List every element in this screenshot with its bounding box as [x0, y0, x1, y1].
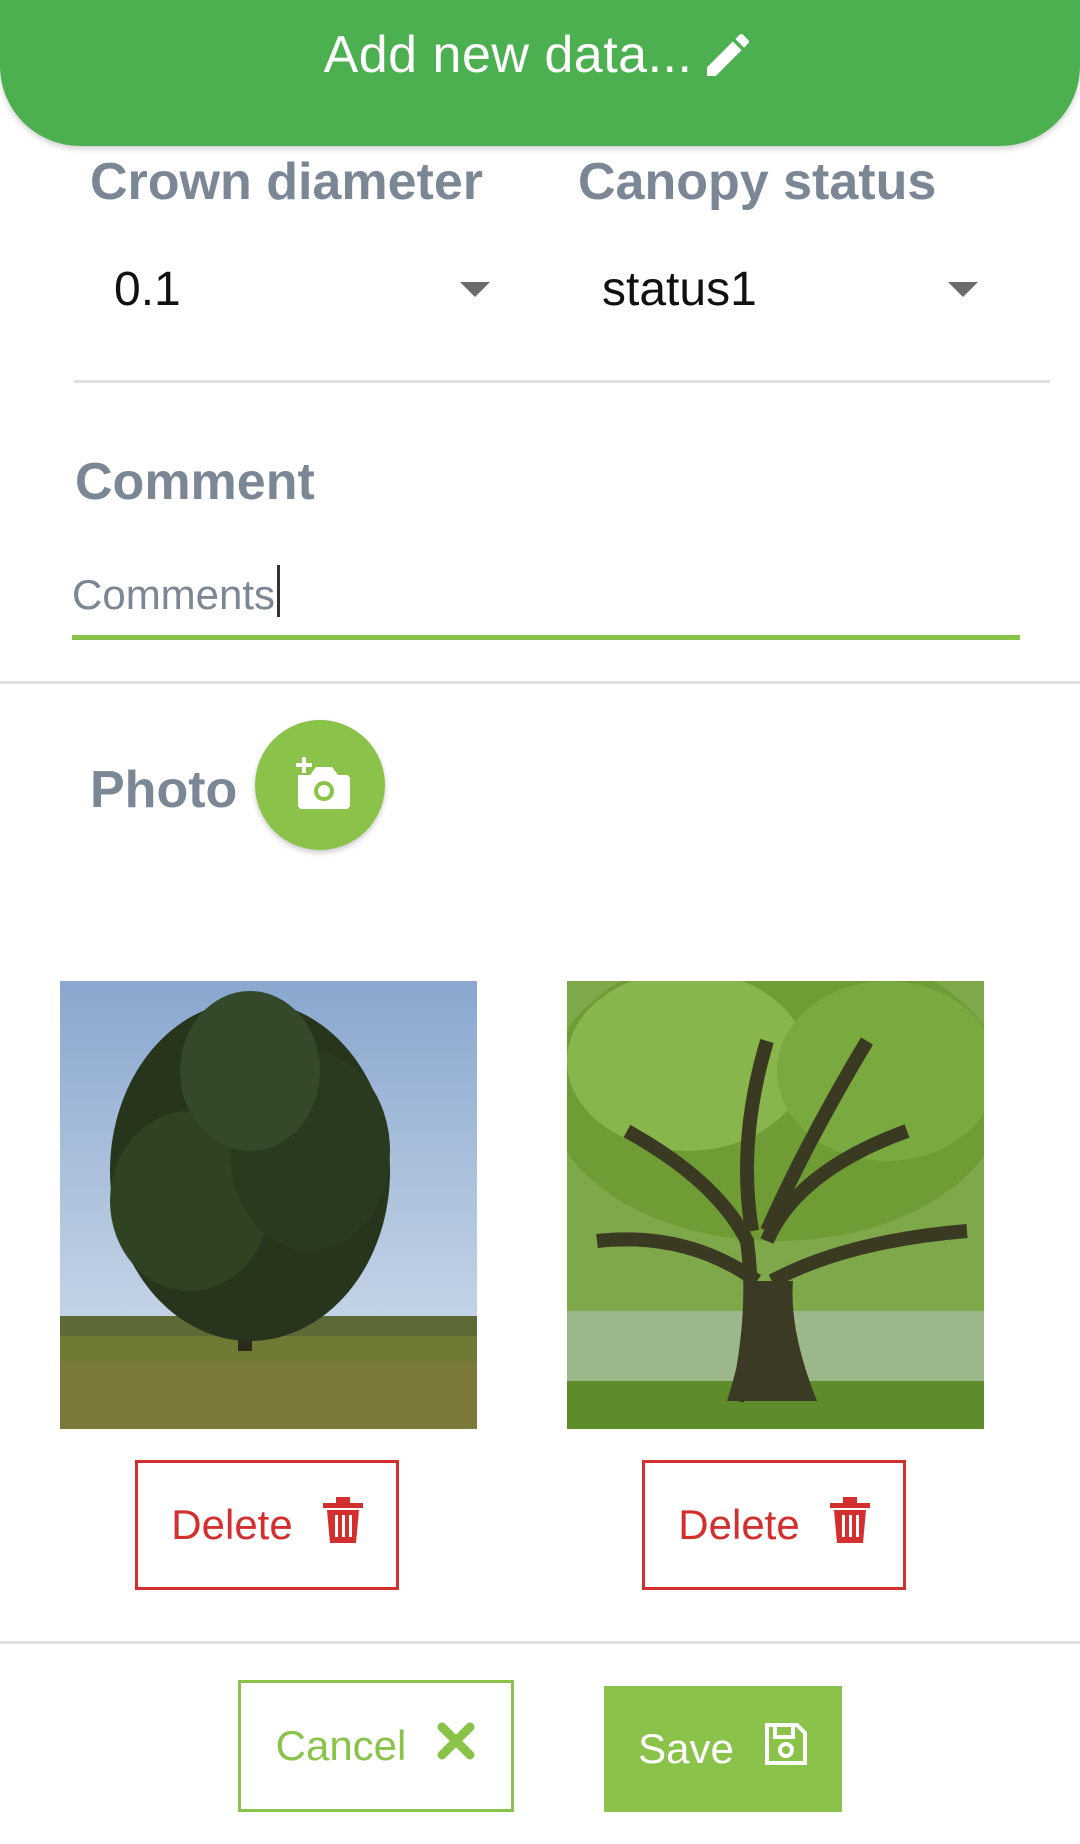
add-photo-button[interactable]: [255, 720, 385, 850]
divider: [74, 380, 1050, 383]
chevron-down-icon: [460, 282, 490, 297]
divider: [0, 681, 1080, 684]
comment-label: Comment: [75, 453, 315, 511]
photo-thumbnail: [60, 981, 477, 1429]
pencil-icon: [700, 27, 756, 83]
delete-photo-button[interactable]: Delete: [642, 1460, 906, 1590]
canopy-status-label: Canopy status: [578, 153, 937, 211]
delete-photo-button[interactable]: Delete: [135, 1460, 399, 1590]
chevron-down-icon: [948, 282, 978, 297]
header-title: Add new data...: [323, 26, 693, 84]
cancel-button[interactable]: Cancel: [238, 1680, 514, 1812]
divider: [0, 1641, 1080, 1644]
save-button-label: Save: [638, 1725, 734, 1772]
save-button[interactable]: Save: [604, 1686, 842, 1812]
text-cursor: [277, 565, 280, 617]
crown-diameter-label: Crown diameter: [90, 153, 483, 211]
trash-icon: [829, 1497, 870, 1553]
comment-input[interactable]: [72, 555, 1020, 640]
floppy-disk-icon: [764, 1722, 808, 1776]
crown-diameter-select[interactable]: 0.1: [114, 262, 490, 317]
photo-thumbnail: [567, 981, 984, 1429]
photo-label: Photo: [90, 761, 238, 819]
trash-icon: [322, 1497, 363, 1553]
add-photo-icon: [288, 753, 352, 818]
canopy-status-value: status1: [602, 263, 757, 316]
canopy-status-select[interactable]: status1: [602, 262, 978, 317]
crown-diameter-value: 0.1: [114, 263, 181, 316]
cancel-button-label: Cancel: [275, 1722, 407, 1769]
header-bar: Add new data...: [0, 0, 1080, 146]
add-data-screen: Add new data... Crown diameter 0.1 Canop…: [0, 0, 1080, 1844]
close-icon: [436, 1721, 476, 1771]
delete-button-label: Delete: [678, 1501, 800, 1548]
delete-button-label: Delete: [171, 1501, 293, 1548]
